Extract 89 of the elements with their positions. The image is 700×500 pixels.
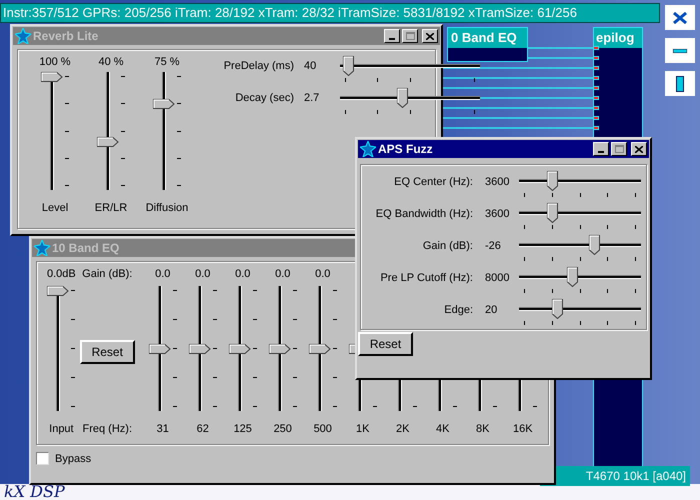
band-reading: 0.0 [275,267,290,282]
slider-thumb[interactable] [396,88,408,108]
param-label: PreDelay (ms) [222,59,294,74]
param-label: EQ Bandwidth (Hz): [374,207,473,222]
slider-thumb[interactable] [308,344,331,354]
fader-reading: 100 % [39,55,71,70]
bypass-label: Bypass [55,452,92,466]
band-frequency: 2K [396,422,410,437]
bypass-checkbox[interactable] [36,452,49,466]
slider-thumb[interactable] [546,203,558,223]
param-value: 20 [484,303,498,318]
toolbar-button[interactable] [665,5,695,30]
param-value: 2.7 [303,91,320,106]
slider-thumb[interactable] [188,344,211,354]
band-frequency: 8K [476,422,490,437]
slider-thumb[interactable] [268,344,291,354]
slider-thumb[interactable] [342,56,354,76]
slider-thumb[interactable] [552,299,564,319]
cross-icon [673,12,687,24]
reset-button[interactable]: Reset [80,340,135,364]
maximize-button[interactable] [402,29,418,43]
node-title: epilog [594,28,642,48]
param-value: 3600 [484,207,509,222]
band-frequency: 16K [512,422,533,437]
band-frequency: 250 [274,422,292,437]
gain-label: Gain (dB): [82,267,132,282]
connector-line [528,57,593,59]
param-value: 40 [303,59,318,74]
slider-thumb[interactable] [546,171,558,191]
app-logo-icon [15,28,31,44]
band-reading: 0.0 [195,267,210,282]
app-logo-icon [360,141,376,157]
device-label: T4670 10k1 [a040] [586,468,686,485]
window-title: Reverb Lite [33,28,98,45]
param-label: Edge: [443,303,473,318]
logo-text: kX DSP [4,481,65,500]
window-title: APS Fuzz [378,141,433,158]
slider-thumb[interactable] [153,99,175,109]
param-label: Pre LP Cutoff (Hz): [379,271,473,286]
node-title: 0 Band EQ [448,28,527,48]
band-reading: 0.0 [315,267,330,282]
band-reading: 0.0 [155,267,170,282]
slider-thumb[interactable] [228,344,251,354]
band-reading: 0.0 [235,267,250,282]
param-value: 3600 [484,175,509,190]
frequency-label: Freq (Hz): [82,422,132,437]
minimize-button[interactable] [593,142,609,156]
maximize-icon [614,145,624,153]
maximize-icon [406,32,414,40]
fader-label: Diffusion [146,201,188,216]
band-frequency: 125 [234,422,252,437]
maximize-button[interactable] [611,142,627,156]
toolbar-button[interactable] [665,71,695,96]
slider-thumb[interactable] [41,72,63,82]
minimize-icon [389,38,395,40]
band-frequency: 1K [356,422,370,437]
fader-label: Level [42,201,68,216]
param-label: Decay (sec) [234,91,294,106]
minimize-icon [598,151,604,153]
slider-thumb[interactable] [47,286,70,296]
band-frequency: 4K [436,422,450,437]
bar-icon [676,76,684,92]
dash-icon [673,48,687,52]
status-text: Instr:357/512 GPRs: 205/256 iTram: 28/192 xTram: 28/32 iTramSize: 5831/8192 xTramSize: 61/256 [3,4,577,22]
slider-thumb[interactable] [588,235,600,255]
app-logo-icon [34,240,50,256]
slider-thumb[interactable] [148,344,171,354]
close-button[interactable] [422,29,438,43]
connector-line [528,47,593,49]
fader-reading: 75 % [154,55,180,70]
window-title: 10 Band EQ [52,240,120,257]
slider-thumb[interactable] [566,267,578,287]
param-label: Gain (dB): [422,239,473,254]
toolbar-button[interactable] [665,38,695,63]
param-value: -26 [484,239,502,254]
close-button[interactable] [631,142,647,156]
band-frequency: 500 [314,422,332,437]
close-icon [635,146,643,152]
fader-label: ER/LR [94,201,128,216]
input-reading: 0.0dB [47,267,76,282]
fader-reading: 40 % [98,55,124,70]
param-label: EQ Center (Hz): [393,175,473,190]
band-frequency: 62 [196,422,209,437]
minimize-button[interactable] [384,29,400,43]
param-value: 8000 [484,271,509,286]
slider-thumb[interactable] [97,136,119,147]
input-label: Input [49,422,74,437]
close-icon [426,32,434,40]
band-frequency: 31 [156,422,169,437]
